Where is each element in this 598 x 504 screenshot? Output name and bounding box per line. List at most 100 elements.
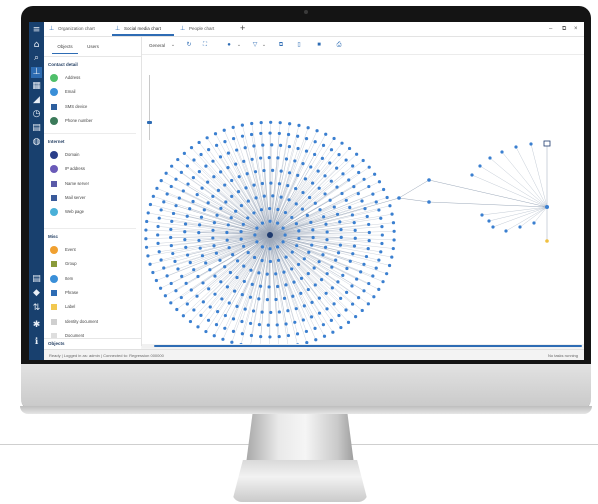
graph-canvas[interactable]: [142, 55, 584, 344]
graph-node[interactable]: [267, 285, 271, 289]
graph-node[interactable]: [328, 161, 332, 165]
graph-node[interactable]: [277, 131, 281, 136]
graph-node[interactable]: [148, 262, 152, 266]
graph-node[interactable]: [269, 310, 273, 315]
graph-node[interactable]: [323, 174, 327, 178]
search-icon[interactable]: ⌕: [31, 53, 42, 64]
graph-node[interactable]: [246, 199, 250, 203]
graph-node[interactable]: [321, 323, 325, 327]
graph-node[interactable]: [213, 274, 217, 278]
graph-node[interactable]: [207, 148, 211, 152]
graph-node[interactable]: [253, 170, 258, 174]
graph-node[interactable]: [186, 182, 190, 186]
graph-node[interactable]: [355, 277, 359, 281]
list-item[interactable]: Phrase: [50, 288, 136, 298]
graph-node[interactable]: [259, 208, 264, 212]
graph-node[interactable]: [235, 275, 239, 280]
graph-node[interactable]: [174, 204, 178, 208]
graph-node[interactable]: [344, 158, 348, 162]
graph-node[interactable]: [188, 207, 192, 211]
graph-node[interactable]: [303, 177, 308, 181]
graph-node[interactable]: [170, 164, 174, 168]
graph-node[interactable]: [252, 255, 257, 260]
graph-node[interactable]: [234, 209, 238, 213]
graph-node[interactable]: [252, 144, 256, 148]
hub-node[interactable]: [267, 232, 273, 238]
graph-node[interactable]: [374, 266, 378, 270]
graph-node[interactable]: [206, 318, 211, 322]
graph-node[interactable]: [371, 274, 375, 278]
graph-node[interactable]: [487, 219, 491, 223]
graph-node[interactable]: [348, 205, 352, 210]
graph-node[interactable]: [228, 270, 233, 275]
graph-node[interactable]: [199, 152, 203, 157]
list-item[interactable]: Name server: [50, 179, 136, 189]
graph-node[interactable]: [205, 136, 209, 140]
graph-node[interactable]: [237, 175, 241, 179]
graph-node[interactable]: [545, 239, 549, 243]
refresh-icon[interactable]: ↻: [184, 40, 194, 51]
graph-node[interactable]: [397, 196, 401, 200]
graph-node[interactable]: [154, 278, 158, 283]
graph-node[interactable]: [223, 183, 227, 187]
graph-node[interactable]: [316, 169, 320, 173]
graph-node[interactable]: [300, 207, 305, 211]
graph-node[interactable]: [377, 180, 382, 184]
graph-node[interactable]: [307, 250, 311, 254]
graph-node[interactable]: [234, 162, 238, 166]
graph-node[interactable]: [302, 257, 306, 261]
graph-node[interactable]: [278, 143, 283, 147]
graph-node[interactable]: [151, 194, 155, 198]
graph-node[interactable]: [480, 213, 484, 217]
graph-node[interactable]: [367, 238, 371, 243]
graph-node[interactable]: [286, 333, 291, 338]
graph-node[interactable]: [352, 185, 356, 189]
graph-node[interactable]: [240, 292, 244, 297]
graph-node[interactable]: [336, 280, 340, 284]
graph-node[interactable]: [306, 287, 310, 292]
graph-node[interactable]: [345, 290, 349, 295]
graph-node[interactable]: [246, 216, 250, 220]
tab-people-chart[interactable]: ⊥ People chart: [177, 22, 247, 36]
graph-node[interactable]: [227, 246, 231, 250]
graph-node[interactable]: [392, 238, 396, 242]
graph-node[interactable]: [311, 181, 315, 185]
graph-node[interactable]: [357, 170, 361, 175]
graph-node[interactable]: [377, 287, 381, 291]
graph-node[interactable]: [231, 125, 235, 129]
graph-node[interactable]: [260, 181, 264, 186]
graph-node[interactable]: [275, 221, 280, 225]
graph-node[interactable]: [171, 211, 176, 216]
graph-node[interactable]: [362, 177, 366, 181]
graph-node[interactable]: [427, 178, 431, 182]
graph-node[interactable]: [219, 280, 223, 284]
graph-node[interactable]: [284, 283, 288, 287]
graph-node[interactable]: [225, 230, 229, 235]
graph-node[interactable]: [249, 333, 254, 338]
graph-node[interactable]: [367, 230, 371, 235]
graph-node[interactable]: [379, 216, 383, 220]
graph-node[interactable]: [262, 168, 266, 173]
graph-node[interactable]: [306, 126, 310, 130]
graph-node[interactable]: [301, 318, 305, 322]
graph-node[interactable]: [338, 220, 342, 224]
graph-node[interactable]: [293, 159, 297, 163]
list-item[interactable]: IP address: [50, 164, 136, 174]
graph-node[interactable]: [382, 187, 386, 192]
graph-node[interactable]: [340, 191, 344, 196]
graph-node[interactable]: [292, 280, 296, 284]
graph-node[interactable]: [159, 208, 163, 212]
graph-node[interactable]: [191, 175, 195, 180]
graph-node[interactable]: [350, 284, 354, 288]
graph-node[interactable]: [323, 192, 327, 196]
graph-node[interactable]: [355, 152, 359, 156]
graph-node[interactable]: [260, 245, 265, 249]
list-item[interactable]: Phone number: [50, 116, 136, 126]
graph-node[interactable]: [218, 155, 223, 159]
selected-node[interactable]: [543, 140, 551, 147]
graph-node[interactable]: [323, 245, 328, 249]
graph-node[interactable]: [204, 261, 208, 265]
graph-node[interactable]: [226, 166, 230, 170]
graph-node[interactable]: [288, 122, 292, 126]
list-item[interactable]: Mail server: [50, 193, 136, 203]
